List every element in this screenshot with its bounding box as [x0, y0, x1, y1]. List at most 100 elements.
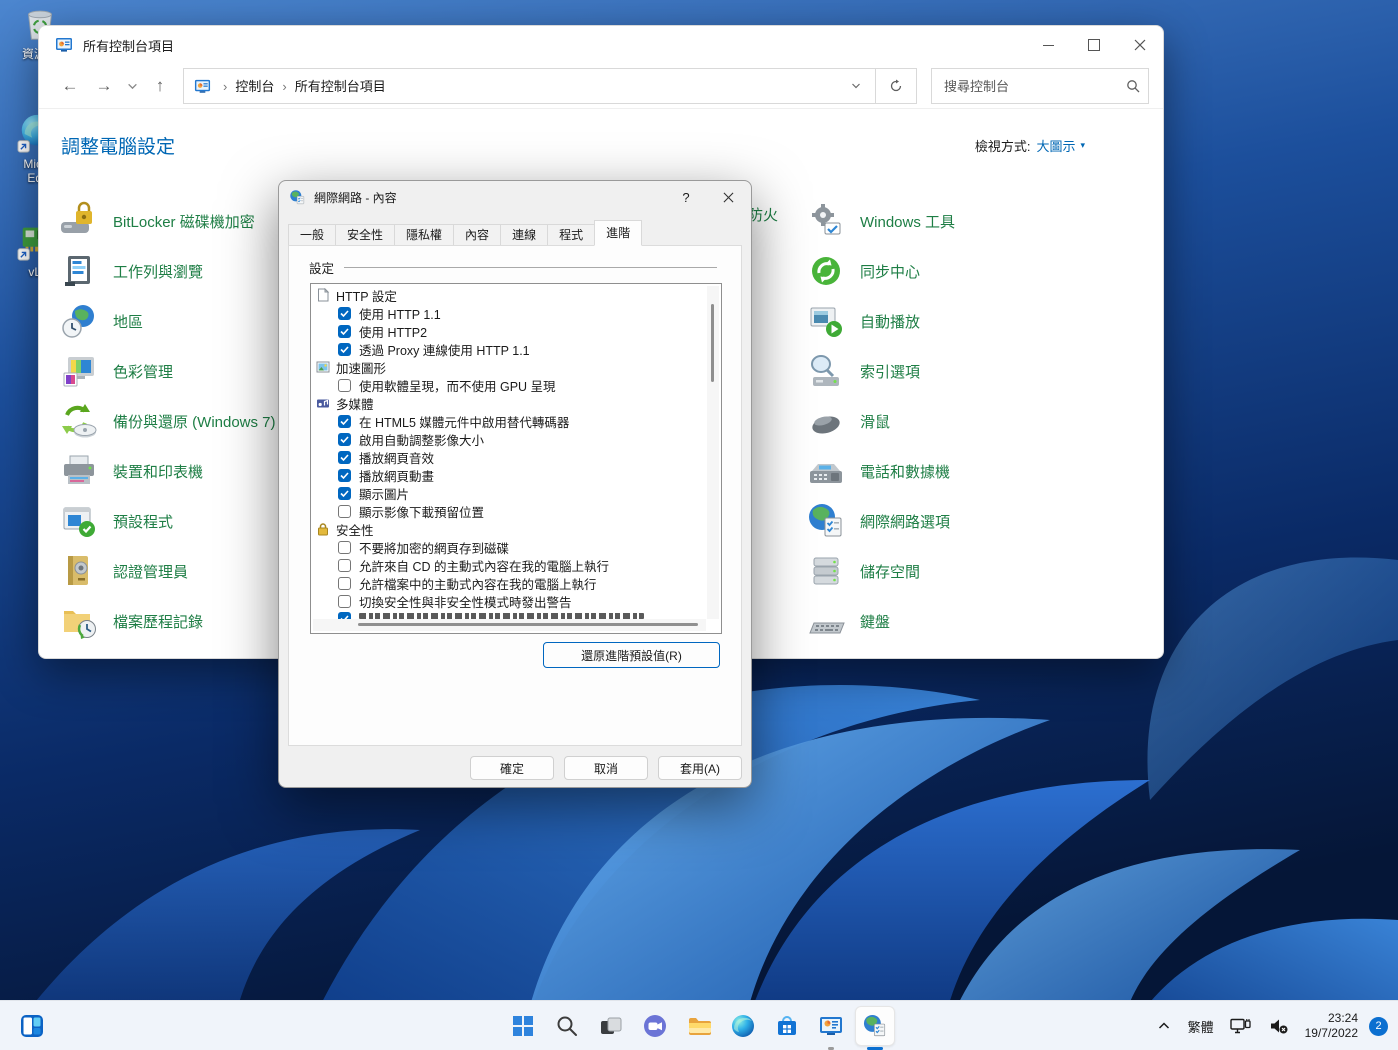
checkbox[interactable] — [338, 541, 351, 554]
settings-check-row[interactable]: 允許來自 CD 的主動式內容在我的電腦上執行 — [313, 556, 705, 574]
storage-icon — [806, 551, 846, 591]
chat-button[interactable] — [635, 1006, 675, 1046]
checkbox[interactable] — [338, 415, 351, 428]
tab-內容[interactable]: 內容 — [453, 224, 501, 246]
settings-check-row[interactable]: 播放網頁音效 — [313, 448, 705, 466]
dialog-close-button[interactable] — [707, 182, 749, 212]
file-explorer-button[interactable] — [679, 1006, 719, 1046]
notification-badge[interactable]: 2 — [1369, 1017, 1388, 1036]
control-panel-window-icon — [55, 36, 73, 54]
settings-check-row[interactable]: 播放網頁動畫 — [313, 466, 705, 484]
store-button[interactable] — [767, 1006, 807, 1046]
breadcrumb-segment[interactable]: 控制台 — [231, 79, 278, 94]
horizontal-scrollbar[interactable] — [313, 619, 706, 631]
checkbox[interactable] — [338, 379, 351, 392]
checkbox[interactable] — [338, 469, 351, 482]
minimize-button[interactable] — [1025, 26, 1071, 64]
restore-advanced-defaults-button[interactable]: 還原進階預設值(R) — [543, 642, 720, 668]
internet-options-button[interactable] — [855, 1006, 895, 1046]
volume-button[interactable] — [1264, 1008, 1294, 1044]
cpl-item[interactable]: 檔案歷程記錄 — [59, 596, 276, 646]
cpl-item[interactable]: 色彩管理 — [59, 346, 276, 396]
cpl-item[interactable]: 滑鼠 — [806, 396, 955, 446]
dialog-help-button[interactable]: ? — [665, 182, 707, 212]
settings-check-row[interactable]: 使用軟體呈現，而不使用 GPU 呈現 — [313, 376, 705, 394]
dialog-tab-strip: 一般安全性隱私權內容連線程式進階 — [288, 221, 742, 246]
chevron-up-icon — [1156, 1018, 1172, 1034]
checkbox[interactable] — [338, 433, 351, 446]
maximize-button[interactable] — [1071, 26, 1117, 64]
tray-overflow-button[interactable] — [1151, 1008, 1177, 1044]
refresh-button[interactable] — [876, 68, 917, 104]
checkbox[interactable] — [338, 577, 351, 590]
breadcrumb-segment[interactable]: 所有控制台項目 — [291, 79, 390, 94]
task-view-button[interactable] — [591, 1006, 631, 1046]
network-button[interactable] — [1225, 1008, 1257, 1044]
cpl-item[interactable]: 同步中心 — [806, 246, 955, 296]
settings-check-row[interactable]: 切換安全性與非安全性模式時發出警告 — [313, 592, 705, 610]
search-input[interactable] — [942, 78, 1126, 95]
cpl-item[interactable]: BitLocker 磁碟機加密 — [59, 196, 276, 246]
ok-button[interactable]: 確定 — [470, 756, 554, 780]
back-button[interactable]: ← — [53, 69, 87, 103]
checkbox[interactable] — [338, 595, 351, 608]
checkbox[interactable] — [338, 487, 351, 500]
forward-button[interactable]: → — [87, 69, 121, 103]
cpl-item[interactable]: 認證管理員 — [59, 546, 276, 596]
cpl-item[interactable]: 備份與還原 (Windows 7) — [59, 396, 276, 446]
settings-check-row[interactable]: 不要將加密的網頁存到磁碟 — [313, 538, 705, 556]
cpl-item[interactable]: 工作列與瀏覽 — [59, 246, 276, 296]
address-dropdown-button[interactable] — [841, 70, 871, 102]
close-button[interactable] — [1117, 26, 1163, 64]
widgets-button[interactable] — [12, 1006, 52, 1046]
cpl-item[interactable]: 自動播放 — [806, 296, 955, 346]
checkbox[interactable] — [338, 559, 351, 572]
tab-進階[interactable]: 進階 — [594, 220, 642, 246]
vertical-scrollbar-thumb[interactable] — [711, 304, 714, 382]
cpl-item[interactable]: 電話和數據機 — [806, 446, 955, 496]
vertical-scrollbar[interactable] — [707, 286, 719, 619]
tab-一般[interactable]: 一般 — [288, 224, 336, 246]
settings-check-row-partial[interactable] — [313, 610, 705, 619]
cpl-item[interactable]: 裝置和印表機 — [59, 446, 276, 496]
settings-check-row[interactable]: 允許檔案中的主動式內容在我的電腦上執行 — [313, 574, 705, 592]
settings-check-row[interactable]: 顯示圖片 — [313, 484, 705, 502]
tab-程式[interactable]: 程式 — [547, 224, 595, 246]
recent-pages-chevron-icon[interactable] — [121, 69, 143, 103]
cpl-item[interactable]: 地區 — [59, 296, 276, 346]
cpl-item[interactable]: 鍵盤 — [806, 596, 955, 646]
up-button[interactable]: ↑ — [143, 69, 177, 103]
cancel-button[interactable]: 取消 — [564, 756, 648, 780]
checkbox[interactable] — [338, 451, 351, 464]
edge-button[interactable] — [723, 1006, 763, 1046]
cpl-item[interactable]: 儲存空間 — [806, 546, 955, 596]
start-button[interactable] — [503, 1006, 543, 1046]
address-bar[interactable]: › 控制台›所有控制台項目 — [183, 68, 876, 104]
checkbox[interactable] — [338, 612, 351, 619]
checkbox[interactable] — [338, 505, 351, 518]
control-panel-button[interactable] — [811, 1006, 851, 1046]
settings-check-row[interactable]: 使用 HTTP2 — [313, 322, 705, 340]
tab-隱私權[interactable]: 隱私權 — [394, 224, 454, 246]
cpl-item[interactable]: Windows 工具 — [806, 196, 955, 246]
settings-check-row[interactable]: 使用 HTTP 1.1 — [313, 304, 705, 322]
tab-連線[interactable]: 連線 — [500, 224, 548, 246]
cpl-item[interactable]: 索引選項 — [806, 346, 955, 396]
settings-check-row[interactable]: 在 HTML5 媒體元件中啟用替代轉碼器 — [313, 412, 705, 430]
cpl-item-fragment[interactable]: 防火 — [748, 204, 778, 225]
horizontal-scrollbar-thumb[interactable] — [358, 623, 698, 626]
ime-language-button[interactable]: 繁體 — [1184, 1017, 1218, 1036]
settings-check-row[interactable]: 啟用自動調整影像大小 — [313, 430, 705, 448]
tab-安全性[interactable]: 安全性 — [335, 224, 395, 246]
cpl-item[interactable]: 網際網路選項 — [806, 496, 955, 546]
apply-button[interactable]: 套用(A) — [658, 756, 742, 780]
checkbox[interactable] — [338, 325, 351, 338]
search-button[interactable] — [547, 1006, 587, 1046]
clock[interactable]: 23:24 19/7/2022 — [1305, 1011, 1358, 1041]
view-by-value[interactable]: 大圖示 ▾ — [1036, 136, 1085, 155]
checkbox[interactable] — [338, 307, 351, 320]
settings-check-row[interactable]: 透過 Proxy 連線使用 HTTP 1.1 — [313, 340, 705, 358]
settings-check-row[interactable]: 顯示影像下載預留位置 — [313, 502, 705, 520]
cpl-item[interactable]: 預設程式 — [59, 496, 276, 546]
checkbox[interactable] — [338, 343, 351, 356]
